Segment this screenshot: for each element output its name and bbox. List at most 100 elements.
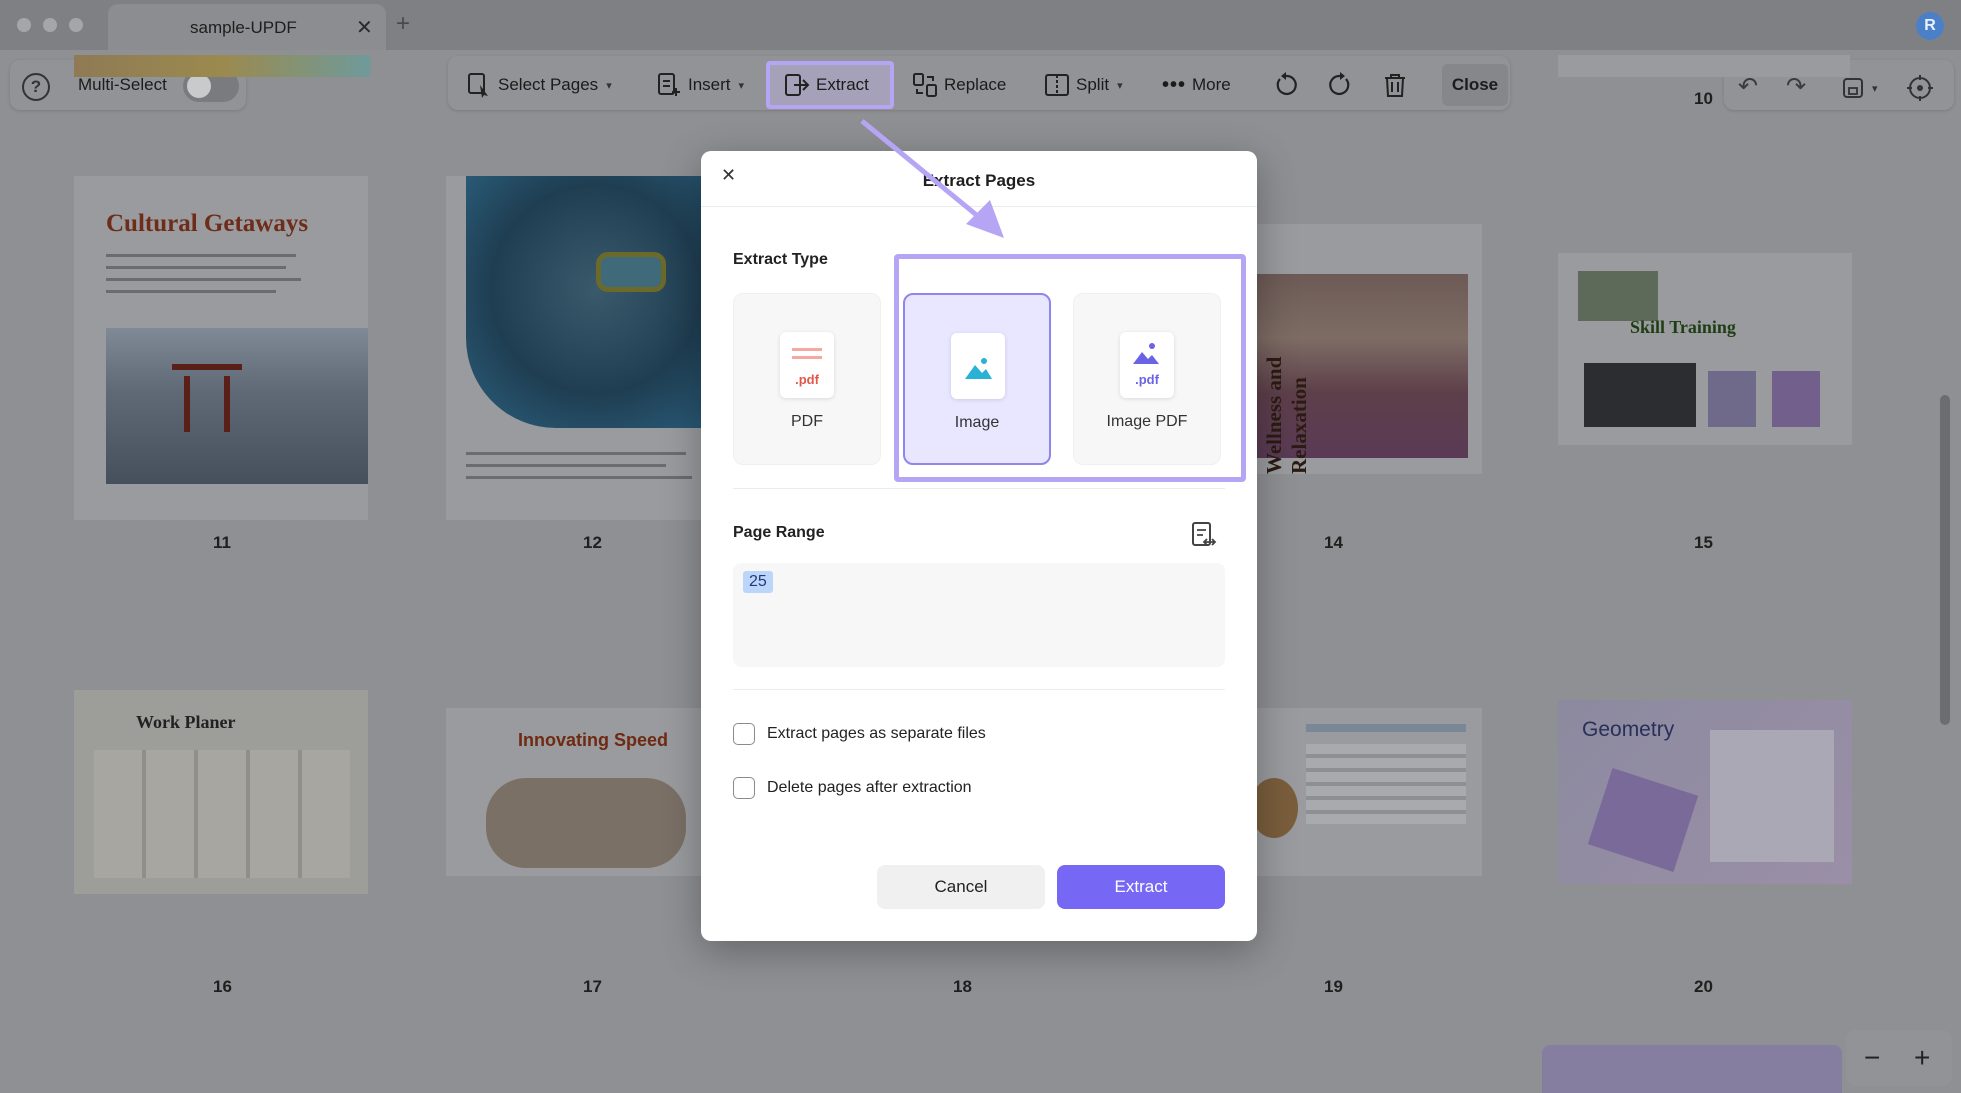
- separate-files-label: Extract pages as separate files: [767, 725, 986, 742]
- document-tab[interactable]: sample-UPDF ✕: [108, 4, 386, 50]
- rotate-right-icon: [1329, 72, 1350, 96]
- delete-pages-checkbox[interactable]: [733, 777, 755, 799]
- window-minimize-dot[interactable]: [43, 18, 57, 32]
- share-icon: [1907, 75, 1933, 101]
- rotate-left-button[interactable]: [1272, 67, 1300, 103]
- thumb-text-line: [106, 278, 301, 281]
- thumb-balloon: [1256, 778, 1298, 838]
- replace-button[interactable]: Replace: [912, 67, 1006, 103]
- page-thumb-10[interactable]: [1558, 55, 1850, 77]
- select-pages-button[interactable]: Select Pages ▾: [466, 67, 612, 103]
- dialog-divider: [733, 689, 1225, 690]
- replace-label: Replace: [944, 75, 1007, 94]
- zoom-in-icon[interactable]: +: [1914, 1042, 1930, 1074]
- window-close-dot[interactable]: [17, 18, 31, 32]
- dialog-title: Extract Pages: [922, 171, 1036, 190]
- page-number-19: 19: [1324, 977, 1343, 996]
- page-thumb-15[interactable]: Skill Training: [1558, 253, 1852, 445]
- type-highlight-box: [894, 254, 1246, 482]
- cancel-button[interactable]: Cancel: [877, 865, 1045, 909]
- chevron-down-icon: ▾: [1117, 79, 1123, 92]
- thumb-sticker-grid: [1578, 271, 1658, 321]
- split-label: Split: [1076, 75, 1110, 94]
- page-range-icon[interactable]: [1191, 521, 1217, 554]
- thumb-photo-torii: [106, 328, 368, 484]
- page-thumb-11[interactable]: Cultural Getaways: [74, 176, 368, 520]
- extract-type-label: Extract Type: [733, 251, 828, 268]
- thumb-text-line: [466, 452, 686, 455]
- close-button[interactable]: Close: [1442, 64, 1508, 106]
- insert-label: Insert: [688, 75, 731, 94]
- page-thumb-19[interactable]: [1256, 708, 1482, 876]
- extract-confirm-button[interactable]: Extract: [1057, 865, 1225, 909]
- extract-label: Extract: [816, 75, 869, 94]
- chevron-down-icon: ▾: [1872, 82, 1878, 95]
- page-range-label: Page Range: [733, 524, 825, 541]
- thumb-planner-grid: [94, 750, 350, 878]
- page-number-14: 14: [1324, 533, 1343, 552]
- thumb-text-line: [466, 464, 666, 467]
- thumb-photo-motorbike: [486, 778, 686, 868]
- thumb-text-line: [106, 266, 286, 269]
- page-number-11: 11: [213, 533, 231, 552]
- chevron-down-icon: ▾: [606, 79, 612, 92]
- thumb-card: [1708, 371, 1756, 427]
- page-thumb-12[interactable]: [446, 176, 702, 520]
- thumb-title-skill: Skill Training: [1630, 317, 1736, 337]
- thumb-form-row: [1306, 724, 1466, 732]
- account-avatar[interactable]: R: [1916, 12, 1944, 40]
- share-button[interactable]: [1906, 70, 1934, 106]
- replace-icon: [913, 73, 937, 97]
- thumb-text-line: [466, 476, 692, 479]
- page-number-18: 18: [953, 977, 972, 996]
- thumb-title-cultural: Cultural Getaways: [106, 210, 309, 237]
- thumb-chalkboard: [1584, 363, 1696, 427]
- type-card-pdf[interactable]: .pdf PDF: [733, 293, 881, 465]
- help-icon[interactable]: ?: [22, 73, 50, 101]
- thumb-geometry-shapes: [1587, 768, 1699, 872]
- delete-button[interactable]: [1382, 67, 1408, 103]
- chevron-down-icon: ▾: [738, 79, 745, 92]
- insert-icon: [658, 73, 680, 96]
- thumb-card: [1772, 371, 1820, 427]
- page-thumb-17[interactable]: Innovating Speed: [446, 708, 702, 876]
- separate-files-option[interactable]: Extract pages as separate files: [733, 723, 986, 745]
- page-thumb-20[interactable]: Geometry: [1558, 700, 1852, 884]
- page-number-20: 20: [1694, 977, 1713, 996]
- bottom-page-strip: [1542, 1045, 1842, 1093]
- more-icon: •••: [1162, 73, 1187, 96]
- page-number-16: 16: [213, 977, 232, 996]
- more-button[interactable]: ••• More: [1162, 67, 1231, 103]
- separate-files-checkbox[interactable]: [733, 723, 755, 745]
- tab-title: sample-UPDF: [190, 18, 297, 37]
- page-number-10: 10: [1694, 89, 1713, 108]
- pdf-file-icon: .pdf: [780, 332, 834, 398]
- save-icon: [1843, 78, 1863, 98]
- split-button[interactable]: Split ▾: [1044, 67, 1123, 103]
- page-thumb-16[interactable]: Work Planer: [74, 690, 368, 894]
- thumb-photo-diver: [466, 176, 702, 428]
- toggle-knob: [187, 74, 211, 98]
- page-range-input[interactable]: 25: [733, 563, 1225, 667]
- rotate-right-button[interactable]: [1326, 67, 1354, 103]
- trash-icon: [1385, 74, 1405, 97]
- page-thumb-14[interactable]: Wellness and Relaxation: [1256, 224, 1482, 474]
- tab-close-icon[interactable]: ✕: [356, 15, 373, 40]
- extract-button[interactable]: Extract: [784, 67, 869, 103]
- delete-pages-option[interactable]: Delete pages after extraction: [733, 777, 972, 799]
- thumb-title-innovating: Innovating Speed: [518, 730, 669, 750]
- pdf-ext-label: .pdf: [795, 372, 819, 387]
- select-pages-label: Select Pages: [498, 75, 599, 94]
- page-thumb-top-strip[interactable]: [74, 55, 370, 77]
- zoom-panel: − +: [1846, 1030, 1952, 1086]
- zoom-out-icon[interactable]: −: [1864, 1042, 1880, 1074]
- insert-button[interactable]: Insert ▾: [656, 67, 744, 103]
- thumb-title-work: Work Planer: [136, 712, 236, 732]
- title-bar: sample-UPDF ✕ + R: [0, 0, 1961, 50]
- thumb-text-line: [106, 290, 276, 293]
- page-number-12: 12: [583, 533, 602, 552]
- scrollbar-thumb[interactable]: [1940, 395, 1950, 725]
- window-zoom-dot[interactable]: [69, 18, 83, 32]
- page-range-value: 25: [743, 571, 773, 593]
- new-tab-button[interactable]: +: [396, 10, 410, 38]
